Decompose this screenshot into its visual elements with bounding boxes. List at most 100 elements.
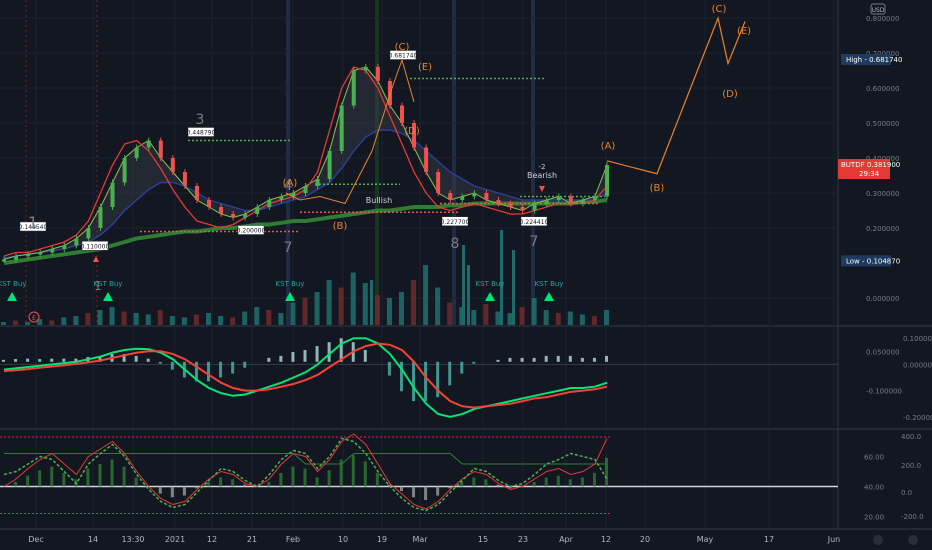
log-scale-icon <box>908 535 918 545</box>
macd-hist <box>62 358 66 362</box>
candle-body <box>62 245 67 249</box>
volume-bar <box>500 230 503 325</box>
wave-annotation: (C) <box>395 42 410 53</box>
osc-hist <box>50 466 54 487</box>
volume-bar <box>567 311 573 325</box>
osc-hist <box>279 473 283 487</box>
osc-hist <box>267 482 271 487</box>
macd-hist <box>303 350 307 362</box>
macd-hist <box>363 350 367 362</box>
macd-hist <box>472 361 476 364</box>
osc-hist <box>351 455 355 487</box>
low-tag-text: Low - 0.104870 <box>846 257 900 265</box>
macd-hist <box>605 355 608 362</box>
wave-annotation: Bullish <box>366 196 392 205</box>
candle-body <box>98 207 103 228</box>
osc-tick-right: 400.0 <box>901 433 921 441</box>
candle-body <box>532 203 537 211</box>
candle-body <box>146 140 151 148</box>
volume-bar <box>512 250 515 325</box>
macd-hist <box>496 359 500 362</box>
candle-body <box>2 259 6 262</box>
volume-bar <box>579 314 585 325</box>
kst-buy-label: KST Buy <box>476 280 505 288</box>
wave-annotation: (D) <box>404 126 420 137</box>
volume-bar <box>338 287 344 325</box>
volume-bar <box>242 311 248 325</box>
osc-hist <box>98 464 102 487</box>
price-label: 0.681740 <box>389 53 418 60</box>
candle-body <box>207 200 212 207</box>
wave-annotation: (C) <box>712 4 727 15</box>
y-tick-label: 0.600000 <box>866 85 899 93</box>
candle-body <box>303 186 308 193</box>
wave-annotation: 7 <box>284 240 293 256</box>
osc-hist <box>412 486 416 498</box>
osc-hist <box>194 486 198 489</box>
macd-hist <box>315 346 319 362</box>
candle-body <box>243 214 248 218</box>
osc-hist <box>14 482 18 487</box>
volume-bar <box>109 307 115 325</box>
osc-hist <box>291 466 295 487</box>
osc-hist <box>363 461 367 487</box>
osc-hist <box>424 486 428 500</box>
candle-body <box>26 254 31 257</box>
osc-hist <box>110 459 114 487</box>
macd-hist <box>267 357 271 362</box>
currency-label: USD <box>872 7 885 14</box>
x-tick-label: Jun <box>827 535 841 544</box>
volume-bar <box>447 302 453 325</box>
price-label: 0.227700 <box>441 219 470 226</box>
osc-hist <box>26 475 30 487</box>
highlight-column <box>531 0 535 325</box>
wave-annotation: 3 <box>196 112 205 128</box>
osc-hist <box>592 473 596 487</box>
candle-body <box>170 158 175 172</box>
candle-body <box>110 182 115 207</box>
wave-annotation: (E) <box>737 26 751 37</box>
wave-annotation: (E) <box>418 62 432 73</box>
candle-body <box>327 151 332 179</box>
volume-bar <box>133 313 139 325</box>
volume-bar <box>206 313 212 325</box>
volume-bar <box>314 292 320 325</box>
macd-hist <box>50 358 54 362</box>
osc-hist <box>448 486 452 489</box>
candle-body <box>363 67 368 71</box>
osc-hist <box>62 473 66 487</box>
candle-body <box>267 200 272 207</box>
volume-bar <box>1 322 6 325</box>
x-tick-label: Dec <box>28 535 43 544</box>
highlight-column <box>452 0 456 325</box>
event-marker-label: E <box>32 315 36 322</box>
macd-hist <box>387 361 391 376</box>
volume-bar <box>467 265 470 325</box>
y-tick-label: 0.800000 <box>866 15 899 23</box>
macd-tick: -0.200000 <box>903 414 932 422</box>
macd-hist <box>544 355 548 362</box>
kst-buy-label: KST Buy <box>535 280 564 288</box>
price-label: 0.200000 <box>237 228 266 235</box>
volume-bar <box>471 310 477 325</box>
volume-bar <box>423 265 429 325</box>
osc-hist <box>556 475 560 487</box>
osc-hist <box>375 473 379 487</box>
price-chart[interactable]: Dec 14 13:30 2021 12 21 Feb 10 19 Mar 15 23 Apr 12 20 M… <box>0 0 932 550</box>
osc-hist <box>580 477 584 487</box>
macd-hist <box>412 361 416 402</box>
y-tick-label: 0.000000 <box>866 295 899 303</box>
macd-hist <box>158 361 162 364</box>
macd-hist <box>207 361 211 382</box>
macd-hist <box>14 359 18 362</box>
volume-bar <box>254 307 260 325</box>
candle-body <box>448 193 453 200</box>
volume-bar <box>411 280 417 325</box>
candle-body <box>231 214 236 218</box>
osc-hist <box>315 477 319 487</box>
volume-bar <box>555 313 561 325</box>
candle-body <box>219 207 224 214</box>
macd-hist <box>219 361 223 378</box>
highlight-column <box>375 0 379 325</box>
x-tick-label: 23 <box>518 535 528 544</box>
